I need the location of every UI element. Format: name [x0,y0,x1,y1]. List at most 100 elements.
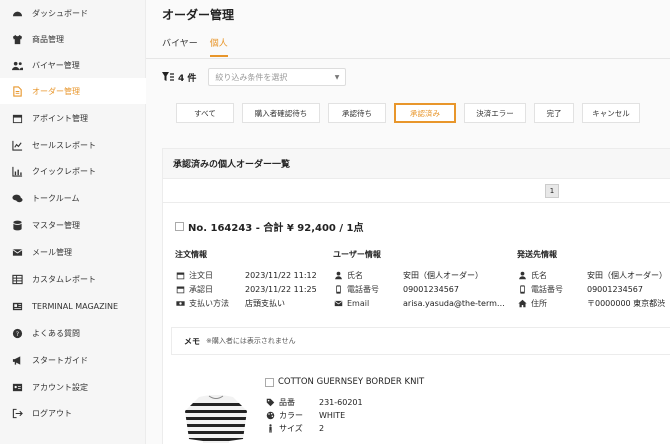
sidebar-item-account-settings[interactable]: アカウント設定 [0,374,146,400]
person-standing-icon [265,424,275,434]
user-email-label: Email [347,298,370,308]
ship-name-row: 氏名 安田（個人オーダー） [517,268,670,282]
status-tab-approved[interactable]: 承認済み [394,103,456,123]
calendar-icon [175,284,185,294]
approval-date-value: 2023/11/22 11:25 [245,284,317,294]
status-tab-awaiting-buyer[interactable]: 購入者確認待ち [242,103,320,123]
user-name-label: 氏名 [347,270,363,280]
ship-phone-value: 09001234567 [587,284,643,294]
product-size-label: サイズ [279,424,303,433]
ship-name-value: 安田（個人オーダー） [587,270,667,280]
sidebar-item-custom-report[interactable]: カスタムレポート [0,266,146,292]
panel-title: 承認済みの個人オーダー一覧 [163,149,670,179]
product-color-label: カラー [279,411,303,420]
sidebar-item-label: カスタムレポート [32,274,96,284]
sidebar-item-quick-report[interactable]: クイックレポート [0,158,146,184]
ship-address-value: 〒0000000 東京都渋 [587,298,666,308]
filter-icon[interactable] [162,71,174,83]
sidebar-item-start-guide[interactable]: スタートガイド [0,347,146,373]
main-content: オーダー管理 バイヤー 個人 4 件 絞り込み条件を選択 ▼ すべて 購入者確認… [146,0,670,444]
dashboard-icon [10,7,24,19]
order-info-heading: 注文情報 [175,250,207,259]
sidebar-item-appointments[interactable]: アポイント管理 [0,105,146,131]
user-info-heading: ユーザー情報 [333,250,381,259]
megaphone-icon [10,354,24,366]
user-email-row: Email arisa.yasuda@the-term… [333,296,509,310]
ship-phone-label: 電話番号 [531,284,563,294]
memo-box[interactable]: メモ ※購入者には表示されません [171,327,670,355]
user-info: ユーザー情報 氏名 安田（個人オーダー） 電話番号 09001234567 Em… [333,249,509,310]
phone-icon [517,284,527,294]
status-tab-complete[interactable]: 完了 [534,103,574,123]
line-chart-icon [10,139,24,151]
sidebar-item-label: セールスレポート [32,140,96,150]
sidebar-item-mail[interactable]: メール管理 [0,239,146,265]
sidebar-item-label: アポイント管理 [32,113,88,123]
order-date-value: 2023/11/22 11:12 [245,270,317,280]
product-sku-value: 231-60201 [319,398,363,407]
divider [146,58,670,59]
phone-icon [333,284,343,294]
sidebar-item-sales-report[interactable]: セールスレポート [0,132,146,158]
sidebar-item-orders[interactable]: オーダー管理 [0,78,146,104]
sidebar-item-dashboard[interactable]: ダッシュボード [0,0,146,26]
sidebar-item-label: ダッシュボード [32,8,88,18]
chat-icon [10,192,24,204]
user-name-row: 氏名 安田（個人オーダー） [333,268,509,282]
status-tab-all[interactable]: すべて [176,103,234,123]
sidebar-item-label: バイヤー管理 [32,60,80,70]
sidebar-item-faq[interactable]: ? よくある質問 [0,320,146,346]
page-button[interactable]: 1 [545,184,559,198]
product-size-row: サイズ 2 [265,423,324,434]
page-title: オーダー管理 [162,8,235,22]
user-phone-label: 電話番号 [347,284,379,294]
sidebar-item-label: オーダー管理 [32,86,80,96]
status-tab-cancel[interactable]: キャンセル [582,103,640,123]
sidebar-item-label: スタートガイド [32,355,88,365]
sidebar-item-terminal-magazine[interactable]: TERMINAL MAGAZINE [0,293,146,319]
product-name-row: COTTON GUERNSEY BORDER KNIT [265,377,424,387]
product-size-value: 2 [319,424,325,433]
pagination: 1 [163,179,670,203]
person-icon [517,270,527,280]
status-tab-payment-error[interactable]: 決済エラー [464,103,526,123]
approval-date-label: 承認日 [189,284,213,294]
sidebar-item-label: アカウント設定 [32,382,88,392]
product-sku-row: 品番 231-60201 [265,397,363,408]
newspaper-icon [10,300,24,312]
shipping-info: 発送先情報 氏名 安田（個人オーダー） 電話番号 09001234567 住所 … [517,249,670,310]
sidebar-item-talk-room[interactable]: トークルーム [0,185,146,211]
filter-bar: 4 件 絞り込み条件を選択 ▼ [162,68,347,86]
question-icon: ? [10,327,24,339]
sidebar-item-logout[interactable]: ログアウト [0,400,146,426]
product-sku-label: 品番 [279,398,295,407]
palette-icon [265,411,275,421]
product-checkbox[interactable] [265,377,274,387]
tab-individual[interactable]: 個人 [209,36,228,57]
user-phone-row: 電話番号 09001234567 [333,282,509,296]
status-tabs: すべて 購入者確認待ち 承認待ち 承認済み 決済エラー 完了 キャンセル [176,103,648,123]
sidebar-item-buyers[interactable]: バイヤー管理 [0,52,146,78]
ship-address-label: 住所 [531,298,547,308]
order-checkbox[interactable] [175,222,184,231]
table-icon [10,273,24,285]
sidebar-item-label: 商品管理 [32,34,64,44]
ship-phone-row: 電話番号 09001234567 [517,282,670,296]
calendar-icon [175,270,185,280]
tag-icon [265,398,275,408]
sidebar-item-label: ログアウト [32,408,72,418]
order-date-row: 注文日 2023/11/22 11:12 [175,268,325,282]
tab-buyer[interactable]: バイヤー [162,36,198,57]
user-name-value: 安田（個人オーダー） [403,270,483,280]
user-email-value: arisa.yasuda@the-term… [403,298,505,308]
order-info: 注文情報 注文日 2023/11/22 11:12 承認日 2023/11/22… [175,249,325,310]
sidebar-item-master[interactable]: マスター管理 [0,212,146,238]
status-tab-awaiting-approval[interactable]: 承認待ち [328,103,386,123]
sidebar-item-products[interactable]: 商品管理 [0,26,146,52]
shipping-info-heading: 発送先情報 [517,250,557,259]
product-name: COTTON GUERNSEY BORDER KNIT [278,377,425,387]
order-list-panel: 承認済みの個人オーダー一覧 1 No. 164243 - 合計 ¥ 92,400… [162,148,670,444]
product-color-value: WHITE [319,411,346,420]
filter-select[interactable]: 絞り込み条件を選択 ▼ [208,68,347,86]
shirt-icon [10,33,24,45]
